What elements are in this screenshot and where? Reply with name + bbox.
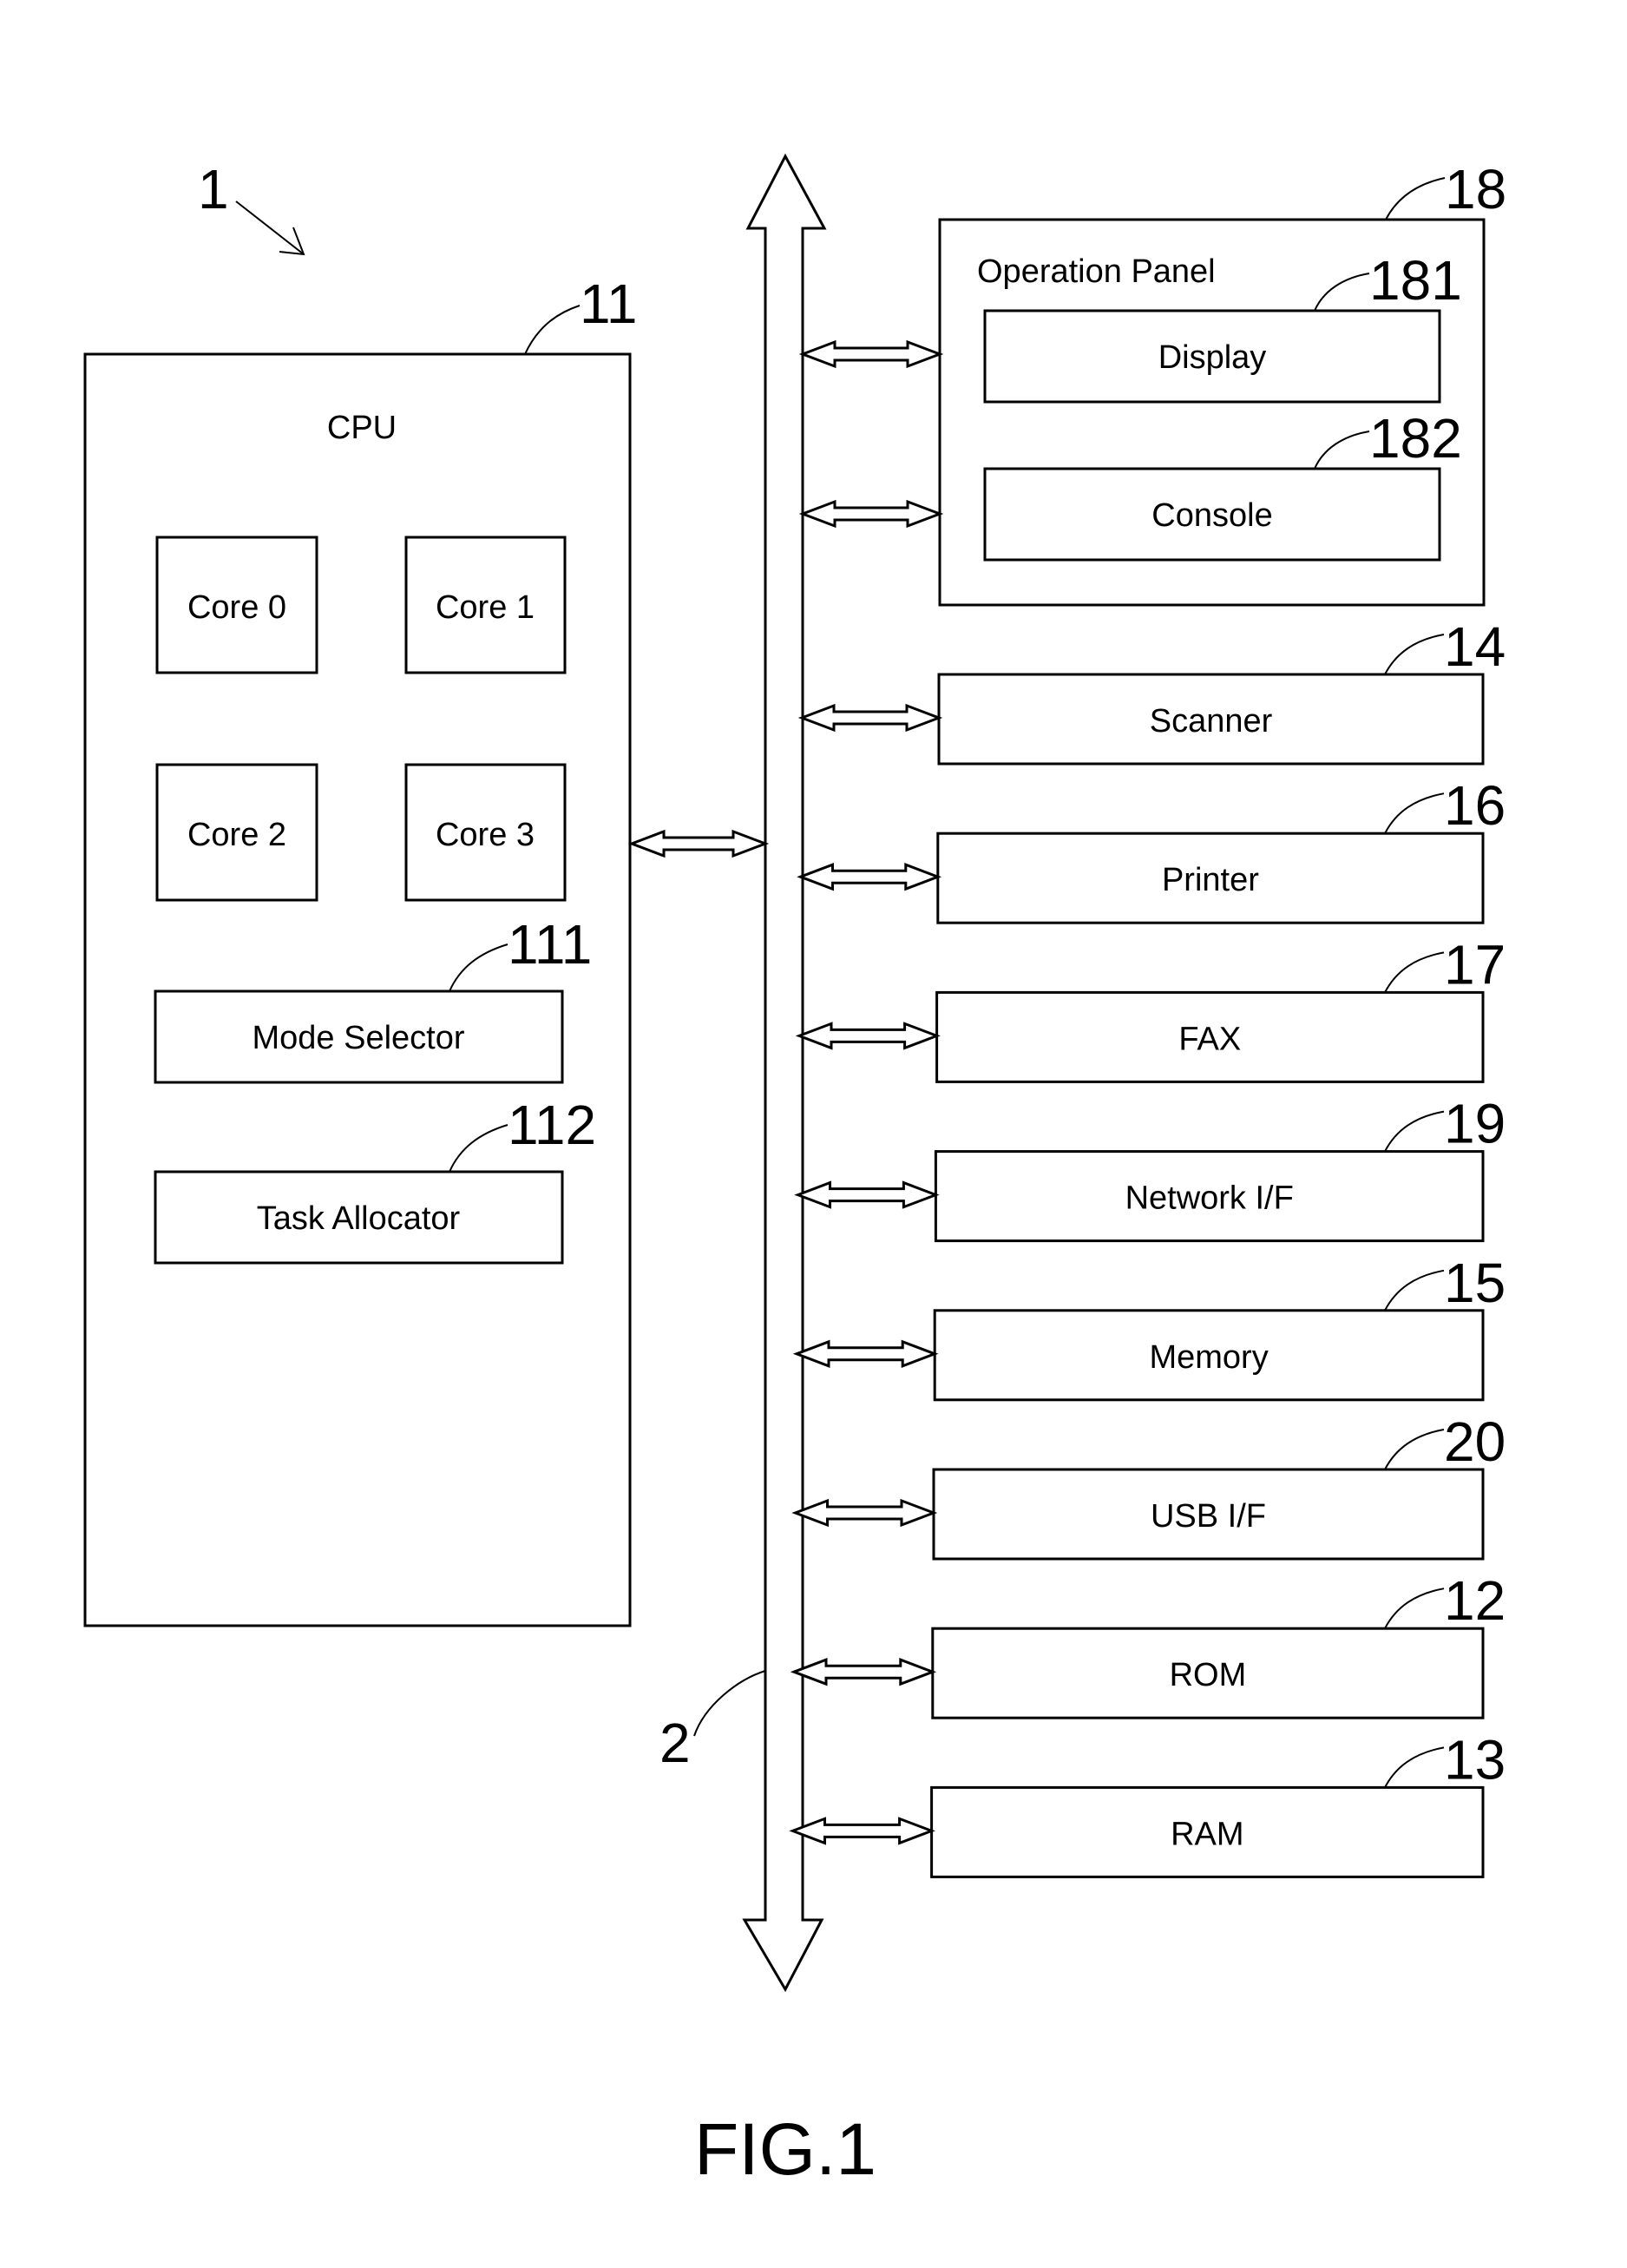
peripheral-blocks: 14 Scanner 16 Printer 17 FAX 19 Network I/F 15 Me… <box>789 615 1506 1878</box>
core-1-label: Core 1 <box>436 589 535 626</box>
system-bus: 2 <box>659 153 827 1993</box>
ram-ref-label: 13 <box>1444 1728 1506 1791</box>
memory-leader-line <box>1384 1269 1445 1311</box>
console-ref-label: 182 <box>1369 407 1462 470</box>
peripheral-fax: 17 FAX <box>795 933 1506 1083</box>
rom-leader-line <box>1384 1588 1445 1629</box>
peripheral-printer: 16 Printer <box>797 774 1506 924</box>
core-1: Core 1 <box>404 536 567 674</box>
console-label: Console <box>1151 497 1272 534</box>
operation-panel: 18 Operation Panel 181 Display 182 Conso… <box>938 158 1506 607</box>
bus-leader-line <box>693 1670 766 1737</box>
fax-label: FAX <box>1178 1021 1241 1057</box>
printer-leader-line <box>1384 792 1445 834</box>
fax-ref-label: 17 <box>1444 933 1506 996</box>
operation-panel-leader-line <box>1385 177 1446 220</box>
ram-bus-connector-icon <box>789 1817 935 1845</box>
fax-leader-line <box>1384 951 1445 993</box>
usb-i-f-ref-label: 20 <box>1444 1410 1506 1473</box>
printer-label: Printer <box>1162 862 1259 898</box>
core-0: Core 0 <box>155 536 318 674</box>
network-i-f-label: Network I/F <box>1125 1180 1294 1217</box>
rom-bus-connector-icon <box>790 1658 937 1686</box>
cpu-title: CPU <box>327 410 397 446</box>
display-label: Display <box>1158 339 1267 376</box>
task-allocator-label: Task Allocator <box>257 1200 461 1237</box>
panel-console-connector-icon <box>798 499 944 529</box>
scanner-bus-connector-icon <box>797 703 943 733</box>
peripheral-ram: 13 RAM <box>789 1728 1506 1878</box>
task-allocator-ref-label: 112 <box>508 1094 596 1156</box>
memory-bus-connector-icon <box>792 1339 939 1368</box>
mode-selector-ref-label: 111 <box>508 913 592 976</box>
device-ref-label: 1 <box>198 158 229 220</box>
network-i-f-ref-label: 19 <box>1444 1093 1506 1155</box>
cpu-block: 11 CPU Core 0 Core 1 Core 2 Core 3 111 M… <box>83 273 637 1627</box>
cpu-ref-label: 11 <box>580 273 637 335</box>
core-0-label: Core 0 <box>187 589 286 626</box>
peripheral-rom: 12 ROM <box>790 1569 1506 1719</box>
core-2-label: Core 2 <box>187 817 286 853</box>
scanner-label: Scanner <box>1150 703 1273 740</box>
mode-selector-label: Mode Selector <box>252 1020 464 1056</box>
bus-arrow-icon <box>742 153 827 1993</box>
figure-caption: FIG.1 <box>694 2108 876 2190</box>
usb-i-f-leader-line <box>1384 1429 1445 1470</box>
core-2: Core 2 <box>155 763 318 902</box>
peripheral-network-i-f: 19 Network I/F <box>794 1093 1506 1243</box>
cpu-bus-connector-icon <box>627 829 770 858</box>
printer-bus-connector-icon <box>797 863 942 891</box>
peripheral-usb-i-f: 20 USB I/F <box>791 1410 1506 1561</box>
printer-ref-label: 16 <box>1444 774 1506 837</box>
usb-i-f-label: USB I/F <box>1151 1498 1266 1535</box>
panel-display-connector-icon <box>798 339 944 369</box>
ram-label: RAM <box>1171 1816 1243 1852</box>
peripheral-scanner: 14 Scanner <box>797 615 1506 766</box>
fax-bus-connector-icon <box>795 1022 941 1050</box>
block-diagram: 1 11 CPU Core 0 Core 1 Core 2 Core 3 111 <box>83 153 1506 2190</box>
network-i-f-bus-connector-icon <box>794 1180 940 1209</box>
scanner-leader-line <box>1384 634 1445 675</box>
peripheral-memory: 15 Memory <box>792 1252 1506 1402</box>
cpu-leader-line <box>524 305 581 355</box>
scanner-ref-label: 14 <box>1444 615 1506 678</box>
rom-ref-label: 12 <box>1444 1569 1506 1632</box>
usb-i-f-bus-connector-icon <box>791 1498 938 1528</box>
core-3: Core 3 <box>404 763 567 902</box>
bus-ref-label: 2 <box>659 1712 691 1774</box>
memory-label: Memory <box>1149 1339 1268 1376</box>
ram-leader-line <box>1384 1746 1445 1788</box>
operation-panel-ref-label: 18 <box>1445 158 1506 220</box>
display-ref-label: 181 <box>1369 249 1462 312</box>
operation-panel-title: Operation Panel <box>977 253 1216 290</box>
core-3-label: Core 3 <box>436 817 535 853</box>
device-pointer-arrow-icon <box>235 201 305 256</box>
network-i-f-leader-line <box>1384 1110 1445 1153</box>
memory-ref-label: 15 <box>1444 1252 1506 1314</box>
rom-label: ROM <box>1170 1657 1247 1693</box>
